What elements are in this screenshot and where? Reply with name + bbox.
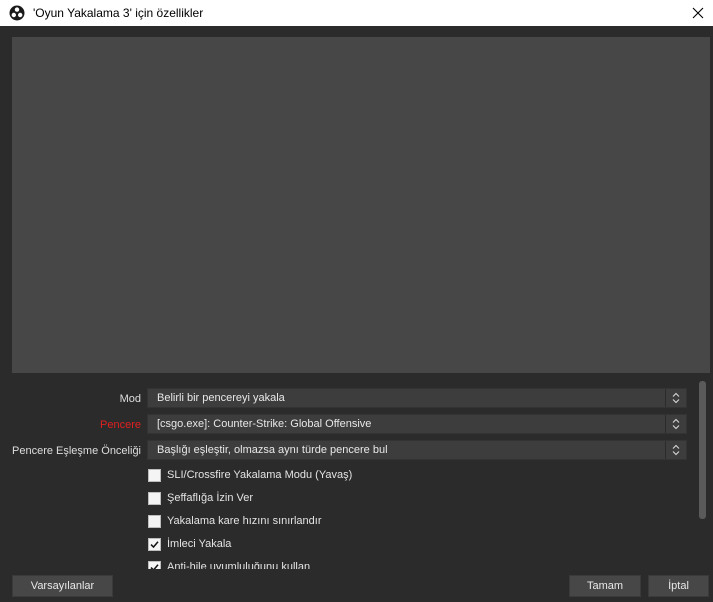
mode-combo[interactable]: Belirli bir pencereyi yakala: [147, 388, 687, 408]
allow-transparency-checkbox-row[interactable]: Şeffaflığa İzin Ver: [148, 489, 253, 507]
cancel-button[interactable]: İptal: [648, 575, 709, 597]
checkmark-icon: [150, 540, 159, 548]
limit-framerate-checkbox-row[interactable]: Yakalama kare hızını sınırlandır: [148, 512, 321, 530]
window-row: Pencere [csgo.exe]: Counter-Strike: Glob…: [12, 414, 692, 436]
capture-cursor-checkbox-row[interactable]: İmleci Yakala: [148, 535, 231, 553]
capture-cursor-checkbox[interactable]: [148, 537, 161, 551]
window-match-priority-combo[interactable]: Başlığı eşleştir, olmazsa aynı türde pen…: [147, 440, 687, 460]
limit-framerate-checkbox[interactable]: [148, 514, 161, 528]
mode-label: Mod: [119, 393, 141, 405]
limit-framerate-label: Yakalama kare hızını sınırlandır: [167, 515, 322, 527]
anti-cheat-checkbox[interactable]: [148, 560, 161, 569]
window-match-priority-row: Pencere Eşleşme Önceliği Başlığı eşleşti…: [12, 440, 692, 462]
anti-cheat-checkbox-row[interactable]: Anti-hile uyumluluğunu kullan: [148, 558, 310, 569]
obs-logo-icon: [9, 5, 25, 21]
window-title: 'Oyun Yakalama 3' için özellikler: [33, 6, 204, 20]
sli-crossfire-label: SLI/Crossfire Yakalama Modu (Yavaş): [167, 469, 353, 481]
chevron-updown-icon: [665, 415, 686, 433]
mode-row: Mod Belirli bir pencereyi yakala: [12, 388, 692, 410]
window-label: Pencere: [100, 419, 141, 431]
scrollbar-thumb[interactable]: [699, 381, 706, 519]
window-match-priority-value: Başlığı eşleştir, olmazsa aynı türde pen…: [157, 444, 388, 456]
properties-scrollbar[interactable]: [698, 381, 708, 521]
checkmark-icon: [150, 563, 159, 569]
sli-crossfire-checkbox[interactable]: [148, 468, 161, 482]
ok-button[interactable]: Tamam: [569, 575, 641, 597]
window-value: [csgo.exe]: Counter-Strike: Global Offen…: [157, 418, 372, 430]
window-combo[interactable]: [csgo.exe]: Counter-Strike: Global Offen…: [147, 414, 687, 434]
properties-panel: Mod Belirli bir pencereyi yakala Pencere…: [12, 381, 710, 569]
anti-cheat-label: Anti-hile uyumluluğunu kullan: [167, 561, 311, 569]
chevron-updown-icon: [665, 441, 686, 459]
close-icon: [692, 7, 704, 19]
defaults-button[interactable]: Varsayılanlar: [12, 575, 113, 597]
mode-value: Belirli bir pencereyi yakala: [157, 392, 285, 404]
allow-transparency-checkbox[interactable]: [148, 491, 161, 505]
chevron-updown-icon: [665, 389, 686, 407]
capture-cursor-label: İmleci Yakala: [167, 538, 232, 550]
sli-crossfire-checkbox-row[interactable]: SLI/Crossfire Yakalama Modu (Yavaş): [148, 466, 352, 484]
allow-transparency-label: Şeffaflığa İzin Ver: [167, 492, 254, 504]
window-match-priority-label: Pencere Eşleşme Önceliği: [12, 445, 142, 457]
preview-area: [12, 37, 710, 373]
title-bar: 'Oyun Yakalama 3' için özellikler: [0, 0, 713, 26]
close-button[interactable]: [683, 0, 713, 26]
